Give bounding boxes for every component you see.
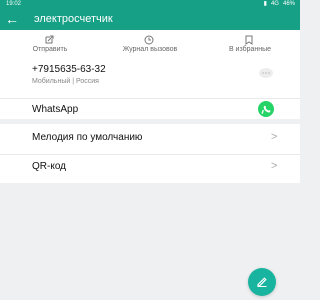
edit-button[interactable]	[248, 268, 276, 296]
chevron-right-icon: >	[271, 131, 278, 143]
phone-meta: Мобильный | Россия	[32, 78, 99, 85]
bookmark-icon	[245, 35, 253, 45]
chevron-right-icon: >	[271, 160, 278, 172]
share-label: Отправить	[32, 46, 68, 53]
top-bar: ← электросчетчик	[0, 8, 300, 30]
message-icon[interactable]	[258, 67, 274, 79]
favorites-button[interactable]: В избранные	[200, 30, 300, 57]
divider	[0, 154, 300, 155]
call-log-button[interactable]: Журнал вызовов	[100, 30, 200, 57]
divider	[0, 98, 300, 99]
menu-card: Мелодия по умолчанию > QR-код >	[0, 124, 300, 183]
status-right: ▮ 4G 46%	[264, 0, 295, 8]
share-button[interactable]: Отправить	[0, 30, 100, 57]
favorites-label: В избранные	[228, 46, 272, 53]
network-label: 4G	[270, 1, 279, 7]
phone-number[interactable]: +7915635-63-32	[32, 64, 106, 75]
ringtone-item[interactable]: Мелодия по умолчанию	[32, 132, 142, 143]
share-icon	[45, 35, 54, 44]
status-time: 19:02	[6, 1, 22, 7]
qr-code-item[interactable]: QR-код	[32, 161, 66, 172]
signal-icon: ▮	[263, 1, 267, 7]
battery-label: 46%	[282, 1, 295, 7]
clock-icon	[144, 35, 154, 45]
contact-card: +7915635-63-32 Мобильный | Россия WhatsA…	[0, 57, 300, 119]
edit-icon	[257, 277, 267, 287]
action-row: Отправить Журнал вызовов В избранные	[0, 30, 300, 58]
call-log-label: Журнал вызовов	[122, 46, 178, 53]
whatsapp-icon[interactable]	[256, 99, 276, 119]
contact-title: электросчетчик	[34, 13, 113, 25]
back-icon[interactable]: ←	[4, 11, 20, 27]
whatsapp-label[interactable]: WhatsApp	[32, 104, 78, 115]
status-bar: 19:02 ▮ 4G 46%	[0, 0, 300, 8]
